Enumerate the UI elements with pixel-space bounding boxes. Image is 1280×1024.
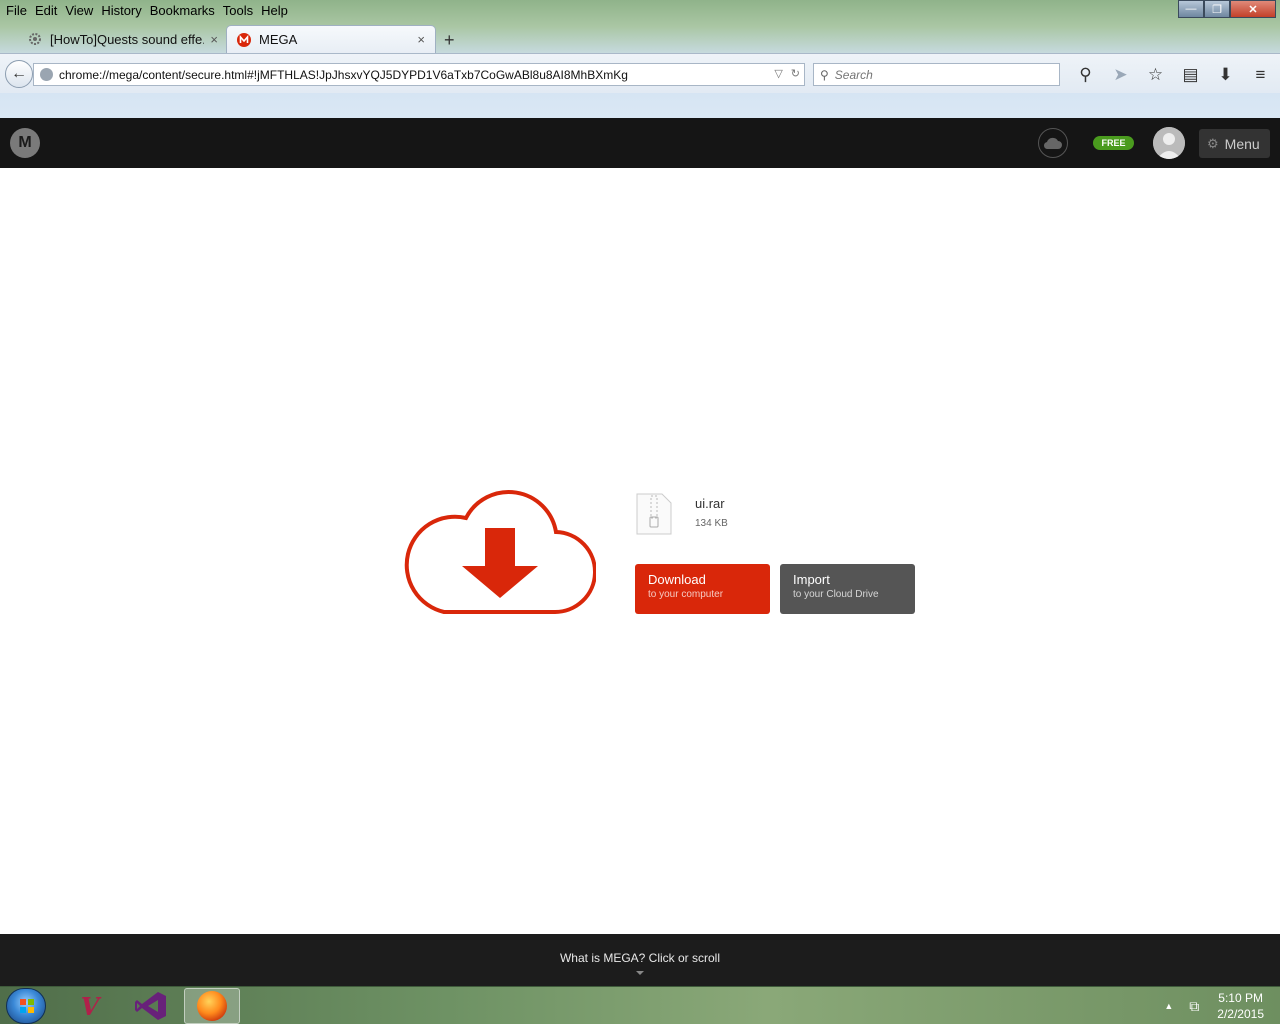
search-icon: ⚲ bbox=[820, 67, 829, 82]
download-icon[interactable]: ⬇ bbox=[1208, 64, 1243, 86]
import-button[interactable]: Import to your Cloud Drive bbox=[780, 564, 915, 614]
import-title: Import bbox=[793, 572, 830, 587]
menu-tools[interactable]: Tools bbox=[223, 3, 253, 18]
cloud-glyph-icon bbox=[1043, 137, 1062, 150]
download-button[interactable]: Download to your computer bbox=[635, 564, 770, 614]
download-page: ui.rar 134 KB Download to your computer … bbox=[0, 168, 1280, 934]
send-icon[interactable]: ➤ bbox=[1103, 64, 1138, 86]
browser-chrome: File Edit View History Bookmarks Tools H… bbox=[0, 0, 1280, 118]
start-button[interactable] bbox=[6, 988, 46, 1024]
close-window-button[interactable]: ✕ bbox=[1230, 0, 1276, 18]
file-name: ui.rar bbox=[695, 496, 725, 511]
tab-close-icon[interactable]: × bbox=[210, 32, 218, 47]
window-controls: — ❐ ✕ bbox=[1178, 0, 1276, 18]
user-icon bbox=[1153, 127, 1185, 159]
menu-file[interactable]: File bbox=[6, 3, 27, 18]
magnifier-icon[interactable]: ⚲ bbox=[1068, 64, 1103, 86]
vim-icon[interactable]: V bbox=[62, 988, 118, 1024]
menu-label: Menu bbox=[1224, 135, 1260, 152]
new-tab-button[interactable]: + bbox=[444, 30, 455, 51]
taskbar: V ▲ ⧉ 5:10 PM 2/2/2015 bbox=[0, 986, 1280, 1024]
gear-icon: ⚙ bbox=[1207, 135, 1219, 151]
search-input[interactable] bbox=[834, 67, 1045, 82]
mega-logo[interactable]: M bbox=[10, 128, 40, 158]
menu-history[interactable]: History bbox=[101, 3, 141, 18]
menu-button[interactable]: ⚙ Menu bbox=[1199, 129, 1270, 158]
download-title: Download bbox=[648, 572, 706, 587]
mega-logo-icon bbox=[237, 32, 251, 47]
menu-view[interactable]: View bbox=[65, 3, 93, 18]
cloud-icon[interactable] bbox=[1038, 128, 1068, 158]
globe-icon bbox=[40, 68, 53, 81]
mega-header: M FREE ⚙ Menu bbox=[0, 118, 1280, 168]
clock[interactable]: 5:10 PM 2/2/2015 bbox=[1217, 990, 1264, 1022]
back-button[interactable]: ← bbox=[5, 60, 33, 88]
menu-help[interactable]: Help bbox=[261, 3, 288, 18]
archive-file-icon bbox=[636, 493, 672, 535]
import-subtitle: to your Cloud Drive bbox=[793, 589, 879, 600]
gear-icon bbox=[29, 33, 41, 45]
firefox-logo-icon bbox=[197, 991, 227, 1021]
menu-bookmarks[interactable]: Bookmarks bbox=[150, 3, 215, 18]
clipboard-icon[interactable]: ▤ bbox=[1173, 64, 1208, 86]
star-icon[interactable]: ☆ bbox=[1138, 64, 1173, 86]
dropdown-arrow-icon[interactable]: ▽ bbox=[774, 67, 782, 80]
menu-edit[interactable]: Edit bbox=[35, 3, 57, 18]
system-tray: ▲ ⧉ 5:10 PM 2/2/2015 bbox=[1164, 987, 1264, 1024]
search-bar[interactable]: ⚲ bbox=[813, 63, 1060, 86]
tab-mega[interactable]: MEGA × bbox=[226, 25, 436, 53]
visual-studio-glyph-icon bbox=[135, 992, 166, 1020]
what-is-mega-bar[interactable]: What is MEGA? Click or scroll bbox=[0, 934, 1280, 986]
download-subtitle: to your computer bbox=[648, 589, 724, 600]
network-icon[interactable]: ⧉ bbox=[1189, 998, 1199, 1015]
navigation-bar: ← ▽ ↻ ⚲ ⚲ ➤ ☆ ▤ ⬇ ≡ bbox=[0, 53, 1280, 93]
tab-close-icon[interactable]: × bbox=[417, 32, 425, 47]
url-input[interactable] bbox=[59, 67, 759, 82]
toolbar-buttons: ⚲ ➤ ☆ ▤ ⬇ ≡ bbox=[1068, 64, 1278, 86]
clock-time: 5:10 PM bbox=[1218, 991, 1263, 1005]
minimize-button[interactable]: — bbox=[1178, 0, 1204, 18]
reload-icon[interactable]: ↻ bbox=[791, 67, 800, 80]
avatar[interactable] bbox=[1153, 127, 1185, 159]
windows-logo-icon bbox=[20, 999, 34, 1013]
maximize-button[interactable]: ❐ bbox=[1204, 0, 1230, 18]
plan-badge[interactable]: FREE bbox=[1093, 136, 1134, 150]
chevron-down-icon bbox=[636, 971, 644, 975]
clock-date: 2/2/2015 bbox=[1217, 1007, 1264, 1021]
hamburger-icon[interactable]: ≡ bbox=[1243, 64, 1278, 86]
menu-bar: File Edit View History Bookmarks Tools H… bbox=[0, 0, 292, 20]
show-hidden-icons-icon[interactable]: ▲ bbox=[1164, 1001, 1173, 1011]
tab-title: [HowTo]Quests sound effe... bbox=[50, 31, 205, 47]
tab-howto-quests[interactable]: [HowTo]Quests sound effe... × bbox=[18, 25, 228, 53]
footer-text: What is MEGA? Click or scroll bbox=[559, 951, 721, 965]
tab-title: MEGA bbox=[259, 32, 298, 47]
arrow-left-icon: ← bbox=[11, 65, 27, 82]
file-size: 134 KB bbox=[695, 518, 728, 529]
cloud-download-icon bbox=[404, 490, 596, 615]
url-bar[interactable]: ▽ ↻ bbox=[33, 63, 805, 86]
firefox-icon[interactable] bbox=[184, 988, 240, 1024]
tab-strip: [HowTo]Quests sound effe... × MEGA × + bbox=[0, 24, 1280, 53]
visual-studio-icon[interactable] bbox=[123, 988, 179, 1024]
